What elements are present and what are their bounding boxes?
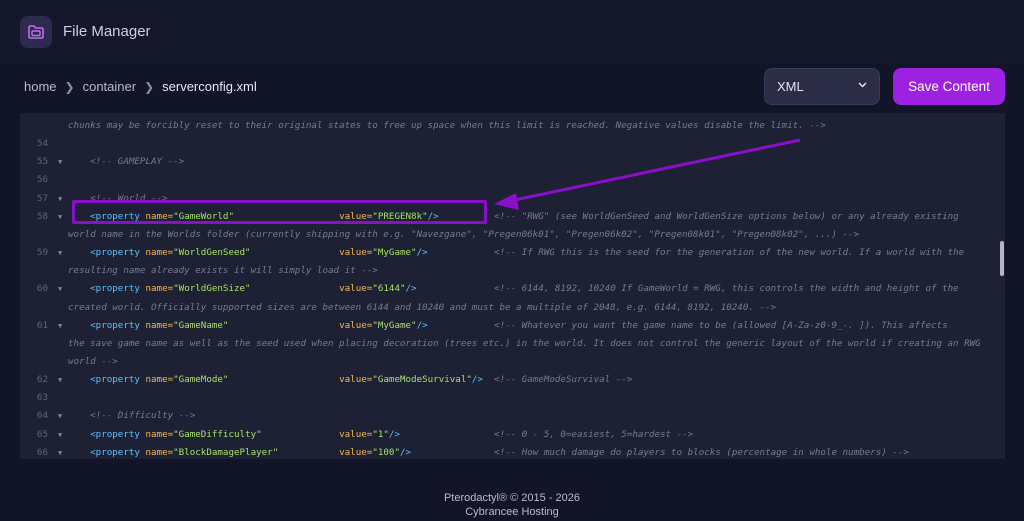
footer-copyright: Pterodactyl® © 2015 - 2026 — [443, 492, 581, 504]
footer: Pterodactyl® © 2015 - 2026 Cybrancee Hos… — [0, 491, 1024, 519]
footer-host: Cybrancee Hosting — [465, 506, 559, 518]
annotation-arrow — [494, 138, 801, 210]
